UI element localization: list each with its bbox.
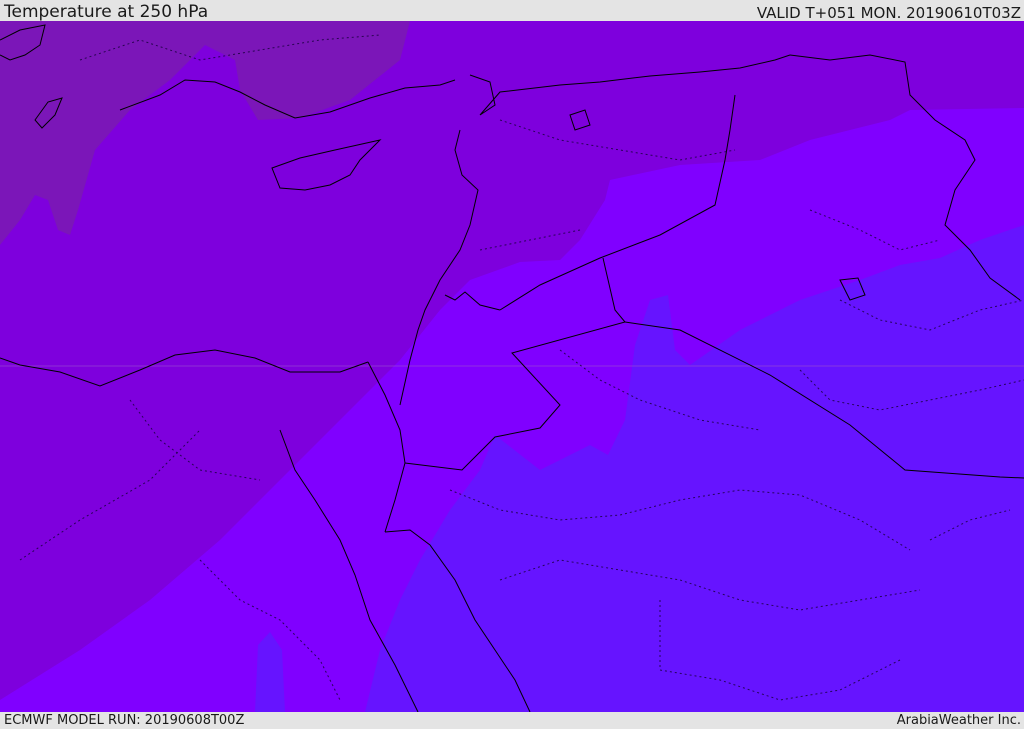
valid-time: VALID T+051 MON. 20190610T03Z	[756, 4, 1021, 22]
model-run: ECMWF MODEL RUN: 20190608T00Z	[4, 713, 245, 728]
credit-text: ArabiaWeather Inc.	[896, 713, 1021, 728]
header-bar: Temperature at 250 hPa VALID T+051 MON. …	[0, 0, 1024, 22]
map-title: Temperature at 250 hPa	[4, 2, 209, 22]
footer-bar: ECMWF MODEL RUN: 20190608T00Z ArabiaWeat…	[0, 712, 1024, 729]
temperature-map[interactable]	[0, 21, 1024, 712]
